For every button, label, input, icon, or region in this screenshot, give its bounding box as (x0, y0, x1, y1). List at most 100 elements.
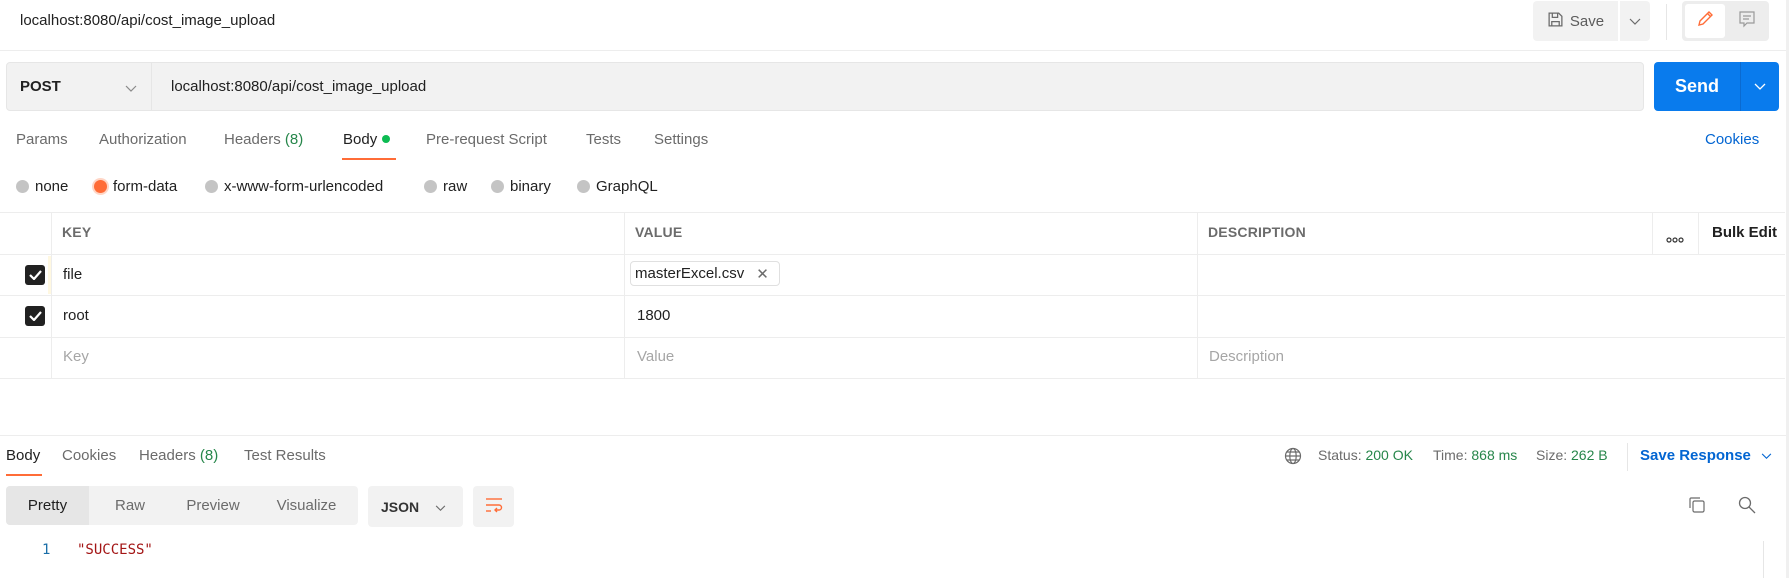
response-tab-cookies[interactable]: Cookies (62, 447, 116, 464)
tab-label: Headers (139, 447, 196, 464)
tab-authorization[interactable]: Authorization (99, 131, 187, 148)
new-description-input[interactable]: Description (1209, 348, 1284, 365)
edit-mode-button[interactable] (1685, 4, 1725, 38)
table-border (0, 337, 1785, 338)
response-time: Time: 868 ms (1433, 447, 1517, 463)
check-icon (28, 267, 42, 284)
more-options-icon[interactable] (1666, 230, 1684, 247)
radio-dot (491, 180, 504, 193)
column-divider (1698, 213, 1699, 254)
param-key[interactable]: file (63, 266, 82, 283)
line-number: 1 (42, 542, 51, 558)
response-size: Size: 262 B (1536, 447, 1608, 463)
send-button-group: Send (1654, 62, 1779, 111)
tab-tests[interactable]: Tests (586, 131, 621, 148)
send-button[interactable]: Send (1654, 62, 1740, 111)
radio-label: binary (510, 178, 551, 195)
radio-binary[interactable]: binary (491, 178, 551, 195)
column-divider (1652, 213, 1653, 254)
param-value[interactable]: 1800 (637, 307, 670, 324)
toolbar-divider (1666, 4, 1667, 40)
radio-none[interactable]: none (16, 178, 68, 195)
view-mode-toggle (1682, 1, 1769, 41)
bulk-edit-button[interactable]: Bulk Edit (1712, 224, 1777, 241)
size-label: Size: (1536, 447, 1568, 463)
status-divider (1627, 443, 1628, 471)
radio-dot (205, 180, 218, 193)
tab-headers[interactable]: Headers (8) (224, 131, 303, 148)
save-response-button[interactable]: Save Response (1640, 447, 1772, 464)
wrap-lines-button[interactable] (473, 486, 514, 527)
table-border (0, 254, 1785, 255)
chevron-down-icon (1754, 78, 1766, 95)
comments-button[interactable] (1727, 4, 1767, 38)
view-visualize[interactable]: Visualize (255, 486, 358, 525)
save-button[interactable]: Save (1533, 1, 1618, 41)
row-highlight (48, 256, 51, 294)
format-select[interactable]: JSON (368, 486, 463, 527)
radio-label: form-data (113, 178, 178, 195)
status-label: Status: (1318, 447, 1362, 463)
copy-icon[interactable] (1688, 496, 1706, 518)
radio-dot (16, 180, 29, 193)
chevron-down-icon (1761, 447, 1772, 464)
remove-file-icon[interactable]: ✕ (756, 265, 769, 283)
row-checkbox[interactable] (25, 265, 45, 285)
tab-settings[interactable]: Settings (654, 131, 708, 148)
file-name: masterExcel.csv (635, 265, 745, 282)
file-chip: masterExcel.csv ✕ (630, 261, 780, 286)
response-divider (0, 435, 1789, 436)
globe-icon[interactable] (1284, 447, 1302, 469)
radio-label: x-www-form-urlencoded (224, 178, 384, 195)
radio-x-www-form-urlencoded[interactable]: x-www-form-urlencoded (205, 178, 383, 195)
table-border (0, 295, 1785, 296)
radio-raw[interactable]: raw (424, 178, 467, 195)
tab-pre-request-script[interactable]: Pre-request Script (426, 131, 547, 148)
radio-dot (577, 180, 590, 193)
view-preview[interactable]: Preview (171, 486, 255, 525)
response-tab-body[interactable]: Body (6, 447, 40, 464)
active-tab-underline (342, 158, 396, 160)
new-key-input[interactable]: Key (63, 348, 89, 365)
headers-count: (8) (199, 447, 219, 464)
save-response-label: Save Response (1640, 447, 1751, 464)
response-view-modes: Pretty Raw Preview Visualize (6, 486, 358, 525)
response-tab-headers[interactable]: Headers (8) (139, 447, 218, 464)
method-select[interactable]: POST (7, 63, 152, 110)
response-body-text: "SUCCESS" (77, 542, 153, 558)
url-input[interactable] (152, 63, 1642, 110)
radio-dot (424, 180, 437, 193)
column-divider (1197, 213, 1198, 378)
param-key[interactable]: root (63, 307, 89, 324)
method-label: POST (20, 78, 61, 95)
time-value: 868 ms (1471, 447, 1518, 463)
radio-graphql[interactable]: GraphQL (577, 178, 658, 195)
save-options-dropdown[interactable] (1620, 1, 1650, 41)
response-status: Status: 200 OK (1318, 447, 1413, 463)
radio-form-data[interactable]: form-data (94, 178, 177, 195)
check-icon (28, 308, 42, 325)
request-title[interactable]: localhost:8080/api/cost_image_upload (20, 12, 275, 29)
radio-dot (94, 180, 107, 193)
tab-label: Headers (224, 131, 281, 148)
view-raw[interactable]: Raw (89, 486, 171, 525)
chevron-down-icon (435, 499, 446, 515)
headers-count: (8) (284, 131, 304, 148)
tab-body[interactable]: Body (343, 131, 391, 148)
send-options-dropdown[interactable] (1741, 62, 1779, 111)
response-tab-test-results[interactable]: Test Results (244, 447, 326, 464)
cookies-link[interactable]: Cookies (1705, 131, 1759, 148)
save-icon (1547, 11, 1564, 32)
body-indicator-dot (382, 135, 391, 143)
tab-params[interactable]: Params (16, 131, 68, 148)
code-scrollbar[interactable] (1763, 541, 1764, 578)
status-value: 200 OK (1365, 447, 1413, 463)
table-border (0, 378, 1785, 379)
search-icon[interactable] (1738, 496, 1756, 518)
row-checkbox[interactable] (25, 306, 45, 326)
new-value-input[interactable]: Value (637, 348, 674, 365)
save-label: Save (1569, 12, 1605, 30)
chevron-down-icon (125, 80, 137, 97)
column-divider (624, 213, 625, 378)
view-pretty[interactable]: Pretty (6, 486, 89, 525)
